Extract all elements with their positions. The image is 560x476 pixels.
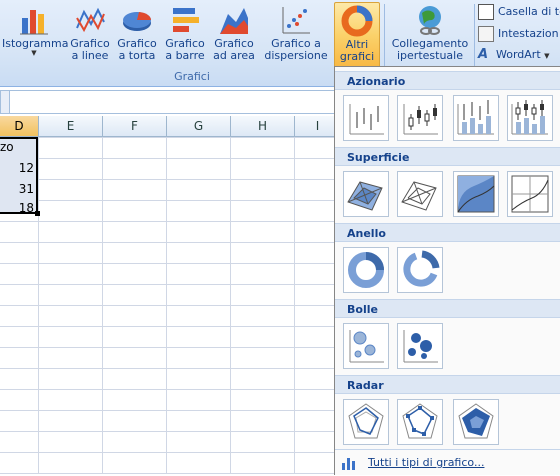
textbox-button[interactable]: Casella di te: [478, 4, 560, 22]
bar-chart-icon: [173, 8, 199, 32]
chevron-down-icon: ▼: [31, 49, 37, 57]
group-label-charts: Grafici: [174, 70, 210, 83]
column-chart-button[interactable]: Istogramma ▼: [2, 2, 68, 68]
surface-contour-wireframe-icon: [511, 175, 549, 213]
scatter-chart-button[interactable]: Grafico a dispersione: [260, 2, 332, 68]
formula-bar[interactable]: [0, 90, 342, 114]
doughnut-chart-thumb[interactable]: [343, 247, 389, 293]
formula-bar-expander[interactable]: [1, 91, 10, 113]
fill-handle[interactable]: [35, 211, 40, 216]
surface-chart-thumb[interactable]: [507, 171, 553, 217]
stock-chart-thumb[interactable]: [343, 95, 389, 141]
section-header-doughnut: Anello: [335, 223, 560, 242]
column-header-h[interactable]: H: [231, 116, 295, 137]
textbox-icon: [478, 4, 494, 20]
bar-chart-label: Grafico a barre: [165, 37, 205, 62]
section-header-bubble: Bolle: [335, 299, 560, 318]
section-header-surface: Superficie: [335, 147, 560, 166]
radar-markers-icon: [402, 403, 438, 439]
surface-contour-icon: [457, 175, 495, 213]
header-footer-icon: [478, 26, 494, 42]
bar-chart-button[interactable]: Grafico a barre: [162, 2, 208, 68]
column-header-e[interactable]: E: [39, 116, 103, 137]
radar-chart-thumb[interactable]: [343, 399, 389, 445]
radar-chart-thumb[interactable]: [397, 399, 443, 445]
stock-chart-thumb[interactable]: [397, 95, 443, 141]
wordart-icon: A: [478, 47, 489, 62]
scatter-chart-icon: [282, 7, 310, 34]
other-charts-label: Altri grafici: [339, 38, 375, 63]
cell-value[interactable]: 31: [0, 179, 34, 199]
column-header-d[interactable]: D: [0, 116, 39, 137]
wordart-label: WordArt: [496, 48, 541, 61]
bubble-icon: [349, 330, 384, 363]
stock-chart-thumb[interactable]: [453, 95, 499, 141]
bubble-3d-icon: [403, 330, 438, 363]
stock-ohlc-icon: [403, 104, 438, 135]
surface-chart-thumb[interactable]: [397, 171, 443, 217]
pie-chart-label: Grafico a torta: [117, 37, 157, 62]
surface-wireframe-icon: [401, 181, 437, 211]
chevron-down-icon: ▼: [544, 52, 550, 60]
section-header-stock: Azionario: [335, 71, 560, 90]
column-header-f[interactable]: F: [103, 116, 167, 137]
line-chart-label: Grafico a linee: [70, 37, 110, 62]
cell-header[interactable]: zo: [0, 137, 34, 157]
area-chart-label: Grafico ad area: [213, 37, 255, 62]
spreadsheet-grid[interactable]: [0, 137, 340, 474]
surface-3d-icon: [347, 181, 383, 211]
radar-icon: [348, 403, 384, 439]
section-header-radar: Radar: [335, 375, 560, 394]
area-chart-button[interactable]: Grafico ad area: [210, 2, 258, 68]
stock-chart-thumb[interactable]: [507, 95, 553, 141]
other-charts-gallery: Azionario Superficie Anello Bolle Radar …: [334, 66, 560, 475]
all-chart-types-row[interactable]: Tutti i tipi di grafico...: [335, 449, 560, 476]
chart-types-icon: [342, 458, 355, 470]
area-chart-icon: [220, 8, 248, 34]
stock-volume-ohlc-icon: [511, 100, 548, 135]
surface-chart-thumb[interactable]: [343, 171, 389, 217]
cell-value[interactable]: 12: [0, 158, 34, 178]
cell-value[interactable]: 18: [0, 198, 34, 218]
radar-chart-thumb[interactable]: [453, 399, 499, 445]
hyperlink-label: Collegamento ipertestuale: [391, 37, 469, 62]
other-charts-icon: [341, 5, 373, 37]
bubble-chart-thumb[interactable]: [343, 323, 389, 369]
header-footer-label: Intestazion: [498, 27, 559, 40]
pie-chart-button[interactable]: Grafico a torta: [114, 2, 160, 68]
exploded-doughnut-icon: [403, 250, 440, 287]
all-chart-types-link[interactable]: Tutti i tipi di grafico...: [368, 456, 484, 469]
column-chart-icon: [20, 10, 48, 35]
doughnut-chart-thumb[interactable]: [397, 247, 443, 293]
hyperlink-button[interactable]: Collegamento ipertestuale: [388, 2, 472, 68]
textbox-label: Casella di te: [498, 5, 560, 18]
surface-chart-thumb[interactable]: [453, 171, 499, 217]
hyperlink-icon: [419, 6, 441, 35]
wordart-button[interactable]: A WordArt ▼: [478, 48, 550, 66]
filled-radar-icon: [458, 403, 494, 439]
line-chart-icon: [76, 7, 105, 33]
doughnut-icon: [348, 252, 384, 288]
stock-hlc-icon: [349, 104, 384, 135]
pie-chart-icon: [123, 12, 152, 31]
column-header-g[interactable]: G: [167, 116, 231, 137]
line-chart-button[interactable]: Grafico a linee: [68, 2, 112, 68]
scatter-chart-label: Grafico a dispersione: [264, 37, 328, 62]
header-footer-button[interactable]: Intestazion: [478, 26, 559, 44]
other-charts-button[interactable]: Altri grafici: [334, 2, 380, 68]
stock-volume-hlc-icon: [457, 100, 494, 135]
bubble-chart-thumb[interactable]: [397, 323, 443, 369]
